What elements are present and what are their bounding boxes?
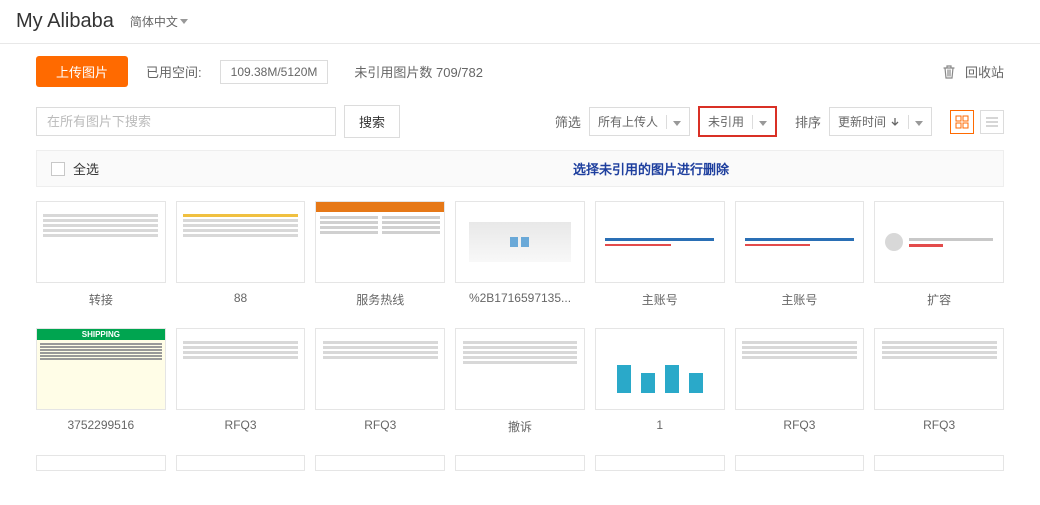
- search-input[interactable]: [36, 107, 336, 136]
- image-thumbnail[interactable]: [315, 201, 445, 283]
- arrow-down-icon: [890, 117, 900, 127]
- uploader-value: 所有上传人: [598, 113, 658, 130]
- image-thumbnail[interactable]: [36, 455, 166, 471]
- image-card: [176, 455, 306, 471]
- sort-label: 排序: [795, 112, 821, 131]
- image-card: RFQ3: [735, 328, 865, 435]
- chevron-down-icon: [759, 121, 767, 126]
- image-grid-row1: 转接 88 服务热线 %2B1716597135... 主账号 主账号 扩容: [36, 201, 1004, 308]
- image-thumbnail[interactable]: [176, 201, 306, 283]
- image-card: 撤诉: [455, 328, 585, 435]
- reference-select[interactable]: 未引用: [698, 106, 777, 137]
- image-card: 转接: [36, 201, 166, 308]
- image-card: [315, 455, 445, 471]
- image-card: 88: [176, 201, 306, 308]
- image-thumbnail[interactable]: [595, 328, 725, 410]
- grid-view-button[interactable]: [950, 110, 974, 134]
- image-thumbnail[interactable]: [455, 201, 585, 283]
- image-card: 扩容: [874, 201, 1004, 308]
- sort-select[interactable]: 更新时间: [829, 107, 932, 136]
- trash-icon: [941, 64, 957, 80]
- image-thumbnail[interactable]: [176, 455, 306, 471]
- select-all-checkbox[interactable]: [51, 162, 65, 176]
- image-card: [595, 455, 725, 471]
- language-label: 简体中文: [130, 13, 178, 30]
- image-card: [455, 455, 585, 471]
- search-button[interactable]: 搜索: [344, 105, 400, 138]
- chevron-down-icon: [180, 19, 188, 24]
- image-card: %2B1716597135...: [455, 201, 585, 308]
- image-thumbnail[interactable]: [735, 455, 865, 471]
- image-card: [874, 455, 1004, 471]
- chevron-down-icon: [915, 121, 923, 126]
- image-caption: 88: [234, 291, 247, 305]
- delete-hint: 选择未引用的图片进行删除: [573, 159, 729, 178]
- image-thumbnail[interactable]: [874, 201, 1004, 283]
- image-card: RFQ3: [315, 328, 445, 435]
- image-caption: 1: [656, 418, 663, 432]
- image-card: 服务热线: [315, 201, 445, 308]
- image-thumbnail[interactable]: [595, 201, 725, 283]
- image-caption: 主账号: [781, 291, 817, 308]
- image-card: RFQ3: [874, 328, 1004, 435]
- recycle-bin-label: 回收站: [965, 62, 1004, 81]
- chevron-down-icon: [673, 121, 681, 126]
- select-all-label: 全选: [73, 159, 99, 178]
- reference-value: 未引用: [708, 113, 744, 130]
- image-grid-row2: SHIPPING 3752299516 RFQ3 RFQ3 撤诉 1 RFQ3 …: [36, 328, 1004, 435]
- grid-icon: [955, 115, 969, 129]
- list-view-button[interactable]: [980, 110, 1004, 134]
- image-card: 主账号: [595, 201, 725, 308]
- image-caption: RFQ3: [225, 418, 257, 432]
- image-thumbnail[interactable]: [735, 328, 865, 410]
- image-card: 主账号: [735, 201, 865, 308]
- image-thumbnail[interactable]: [874, 455, 1004, 471]
- recycle-bin-link[interactable]: 回收站: [941, 62, 1004, 81]
- select-all-bar: 全选 选择未引用的图片进行删除: [36, 150, 1004, 187]
- image-card: [735, 455, 865, 471]
- brand-title: My Alibaba: [16, 10, 114, 33]
- language-selector[interactable]: 简体中文: [130, 13, 188, 30]
- image-thumbnail[interactable]: [36, 201, 166, 283]
- image-caption: RFQ3: [923, 418, 955, 432]
- image-thumbnail[interactable]: [735, 201, 865, 283]
- image-card: [36, 455, 166, 471]
- filter-label: 筛选: [555, 112, 581, 131]
- image-grid-row3: [36, 455, 1004, 471]
- image-thumbnail[interactable]: SHIPPING: [36, 328, 166, 410]
- image-thumbnail[interactable]: [874, 328, 1004, 410]
- image-caption: RFQ3: [783, 418, 815, 432]
- image-caption: %2B1716597135...: [469, 291, 571, 305]
- image-thumbnail[interactable]: [595, 455, 725, 471]
- image-caption: 转接: [89, 291, 113, 308]
- usage-label: 已用空间:: [146, 62, 202, 81]
- image-card: SHIPPING 3752299516: [36, 328, 166, 435]
- image-thumbnail[interactable]: [315, 455, 445, 471]
- image-thumbnail[interactable]: [455, 455, 585, 471]
- image-caption: 主账号: [642, 291, 678, 308]
- image-thumbnail[interactable]: [315, 328, 445, 410]
- usage-value: 109.38M/5120M: [220, 60, 329, 84]
- sort-value: 更新时间: [838, 113, 886, 130]
- image-caption: 撤诉: [508, 418, 532, 435]
- unreferenced-count: 未引用图片数 709/782: [354, 62, 483, 81]
- list-icon: [985, 115, 999, 129]
- image-caption: 服务热线: [356, 291, 404, 308]
- image-caption: 3752299516: [67, 418, 134, 432]
- image-thumbnail[interactable]: [455, 328, 585, 410]
- image-card: 1: [595, 328, 725, 435]
- image-caption: RFQ3: [364, 418, 396, 432]
- image-caption: 扩容: [927, 291, 951, 308]
- image-card: RFQ3: [176, 328, 306, 435]
- uploader-select[interactable]: 所有上传人: [589, 107, 690, 136]
- image-thumbnail[interactable]: [176, 328, 306, 410]
- upload-button[interactable]: 上传图片: [36, 56, 128, 87]
